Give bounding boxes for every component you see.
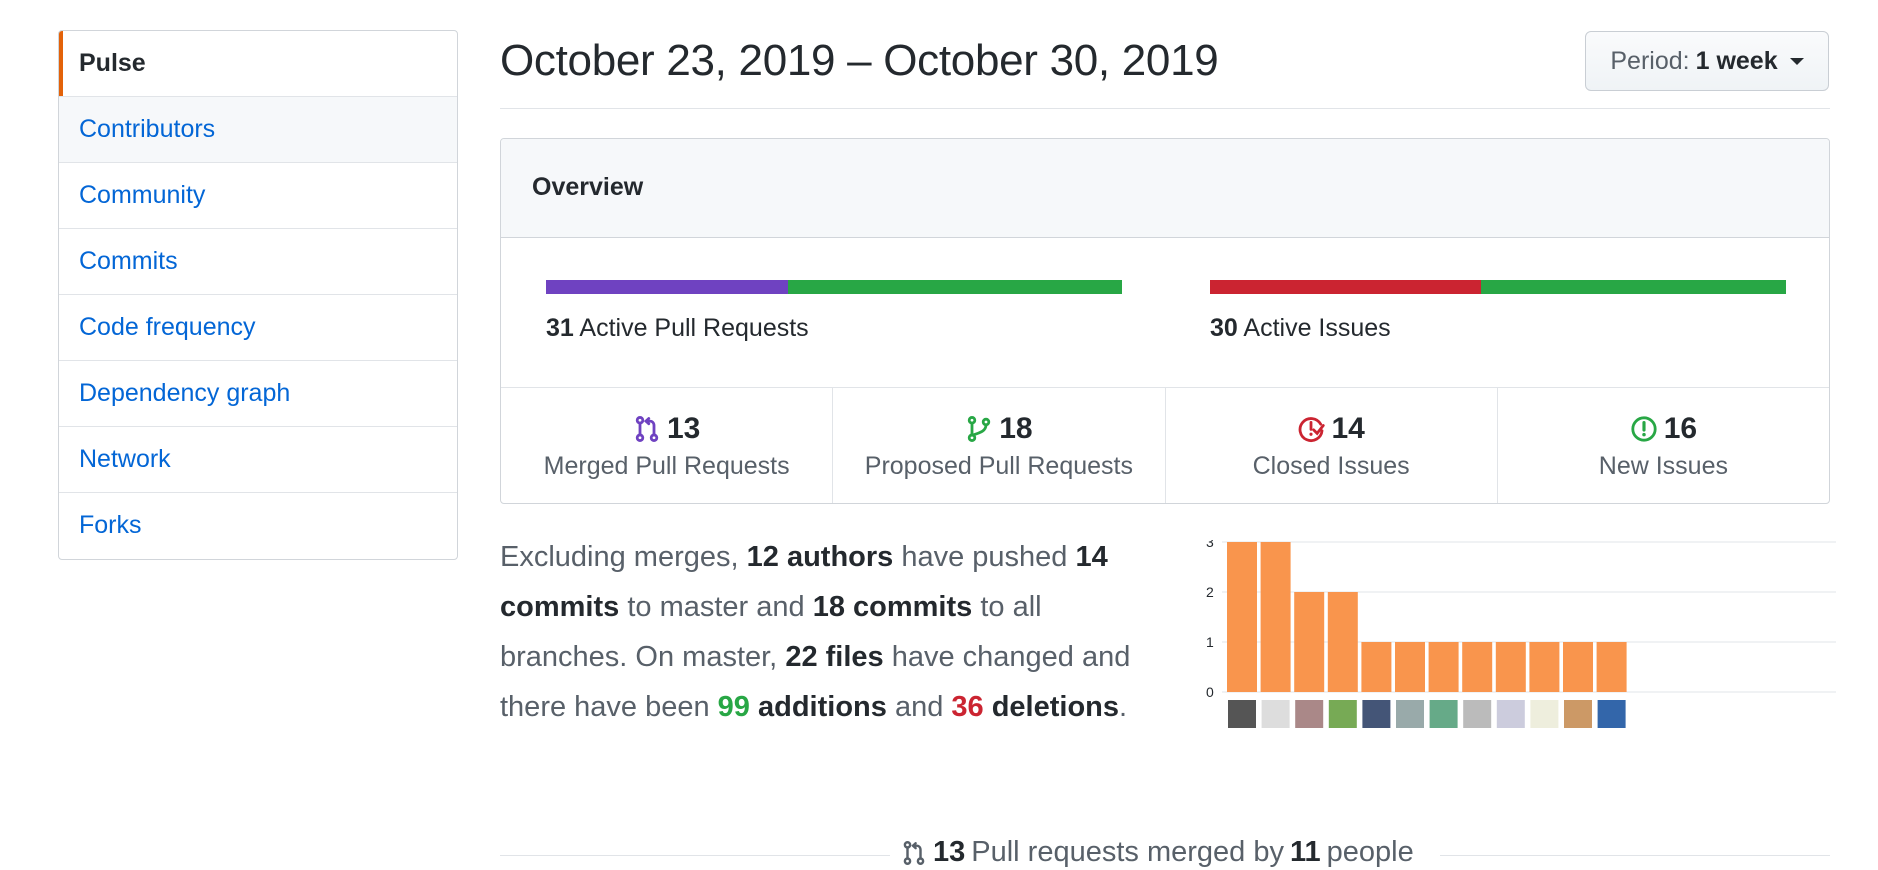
- proposed-pr-label: Proposed Pull Requests: [864, 452, 1133, 480]
- merged-pr-label: Merged Pull Requests: [543, 452, 790, 480]
- overview-box: Overview 31 Active Pull Requests 30 Acti…: [500, 138, 1830, 504]
- pr-open-segment: [787, 280, 1122, 294]
- commit-bar[interactable]: [1596, 642, 1627, 692]
- commit-bar[interactable]: [1361, 642, 1392, 692]
- pull-requests-bar: [546, 280, 1122, 294]
- y-tick-label: 0: [1206, 684, 1214, 700]
- closed-issues-count: 14: [1331, 412, 1365, 445]
- period-value: 1 week: [1695, 46, 1778, 75]
- y-tick-label: 1: [1206, 634, 1214, 650]
- new-issues-count: 16: [1663, 412, 1698, 445]
- overview-bars: 31 Active Pull Requests 30 Active Issues: [501, 238, 1829, 388]
- stat-merged-pull-requests[interactable]: 13 Merged Pull Requests: [501, 388, 834, 503]
- issues-label: 30 Active Issues: [1210, 314, 1786, 343]
- sidebar-item-pulse[interactable]: Pulse: [59, 31, 457, 97]
- commit-bar[interactable]: [1395, 642, 1425, 692]
- summary-text-1: Excluding merges,: [500, 541, 747, 573]
- proposed-pr-count: 18: [999, 412, 1033, 445]
- issues-bar: [1210, 280, 1786, 294]
- author-avatar[interactable]: [1396, 700, 1424, 728]
- closed-issues-label: Closed Issues: [1252, 452, 1410, 480]
- deletions-word: deletions: [991, 691, 1120, 723]
- author-avatar[interactable]: [1261, 700, 1290, 728]
- period-label: Period:: [1610, 46, 1690, 75]
- author-avatar[interactable]: [1463, 700, 1492, 728]
- commit-bar[interactable]: [1529, 642, 1560, 692]
- footer-rule-right: [1440, 855, 1830, 856]
- closed-issue-icon: [1299, 417, 1326, 443]
- summary-text-3: to master and: [619, 591, 813, 623]
- y-tick-label: 3: [1206, 540, 1214, 550]
- commit-bar[interactable]: [1563, 642, 1593, 692]
- overview-stats: 13 Merged Pull Requests 18 Proposed Pull…: [501, 388, 1829, 503]
- sidebar-item-network[interactable]: Network: [59, 427, 457, 493]
- active-issues-text: Active Issues: [1243, 314, 1391, 342]
- additions-word: additions: [758, 691, 887, 723]
- footer-text-2: people: [1326, 836, 1414, 868]
- open-issue-icon: [1631, 416, 1657, 442]
- deletions-count: 36: [951, 691, 984, 723]
- commit-bar[interactable]: [1462, 642, 1493, 692]
- commit-bar[interactable]: [1260, 542, 1291, 692]
- author-avatar[interactable]: [1429, 700, 1458, 728]
- files-changed-count: 22 files: [785, 641, 884, 673]
- merged-pr-footer: 13 Pull requests merged by 11 people: [901, 836, 1414, 869]
- author-avatar[interactable]: [1295, 700, 1324, 728]
- sidebar-item-dependency-graph[interactable]: Dependency graph: [59, 361, 457, 427]
- author-avatar[interactable]: [1362, 700, 1391, 728]
- author-avatar[interactable]: [1530, 700, 1559, 728]
- pull-requests-summary[interactable]: 31 Active Pull Requests: [546, 238, 1122, 343]
- sidebar-item-code-frequency[interactable]: Code frequency: [59, 295, 457, 361]
- commit-bar[interactable]: [1495, 642, 1526, 692]
- author-avatar[interactable]: [1228, 700, 1256, 728]
- active-pr-text: Active Pull Requests: [579, 314, 809, 342]
- commit-bar[interactable]: [1428, 642, 1459, 692]
- open-pr-icon: [967, 416, 991, 442]
- merged-pr-count: 13: [666, 412, 701, 445]
- issues-closed-segment: [1210, 280, 1481, 294]
- footer-people-count: 11: [1289, 836, 1321, 868]
- commit-summary: Excluding merges, 12 authors have pushed…: [500, 532, 1170, 732]
- header-divider: [500, 108, 1830, 109]
- footer-rule-left: [500, 855, 890, 856]
- page-title: October 23, 2019 – October 30, 2019: [500, 36, 1219, 85]
- authors-count: 12 authors: [746, 541, 894, 573]
- sidebar-item-commits[interactable]: Commits: [59, 229, 457, 295]
- summary-text-6: and: [886, 691, 952, 723]
- merged-pr-icon: [903, 840, 925, 865]
- period-select-button[interactable]: Period: 1 week: [1585, 31, 1829, 91]
- all-commits-count: 18 commits: [812, 591, 973, 623]
- issues-open-segment: [1480, 280, 1786, 294]
- footer-text-1: Pull requests merged by: [971, 836, 1284, 868]
- caret-down-icon: [1789, 57, 1804, 65]
- sidebar-nav: Pulse Contributors Community Commits Cod…: [58, 30, 458, 560]
- stat-new-issues[interactable]: 16 New Issues: [1498, 388, 1829, 503]
- author-avatar[interactable]: [1597, 700, 1626, 728]
- new-issues-label: New Issues: [1598, 452, 1728, 480]
- active-pr-count: 31: [546, 314, 574, 342]
- additions-count: 99: [717, 691, 750, 723]
- overview-title: Overview: [501, 139, 1829, 238]
- pull-requests-label: 31 Active Pull Requests: [546, 314, 1122, 343]
- pr-merged-segment: [546, 280, 788, 294]
- author-avatar[interactable]: [1496, 700, 1525, 728]
- footer-merged-count: 13: [933, 836, 966, 868]
- sidebar-item-community[interactable]: Community: [59, 163, 457, 229]
- sidebar-item-contributors[interactable]: Contributors: [59, 97, 457, 163]
- summary-text-7: .: [1119, 691, 1128, 723]
- summary-text-2: have pushed: [893, 541, 1076, 573]
- author-avatar[interactable]: [1564, 700, 1592, 728]
- stat-proposed-pull-requests[interactable]: 18 Proposed Pull Requests: [833, 388, 1166, 503]
- commit-bar[interactable]: [1327, 592, 1358, 692]
- merged-pr-icon: [635, 416, 659, 442]
- sidebar-item-forks[interactable]: Forks: [59, 493, 457, 559]
- issues-summary[interactable]: 30 Active Issues: [1210, 238, 1786, 343]
- commit-bar[interactable]: [1294, 592, 1325, 692]
- stat-closed-issues[interactable]: 14 Closed Issues: [1166, 388, 1498, 503]
- active-issues-count: 30: [1210, 314, 1238, 342]
- y-tick-label: 2: [1206, 584, 1214, 600]
- commit-bar[interactable]: [1227, 542, 1257, 692]
- author-avatar[interactable]: [1328, 700, 1357, 728]
- commits-by-author-chart: 0 1 2 3: [1206, 540, 1836, 728]
